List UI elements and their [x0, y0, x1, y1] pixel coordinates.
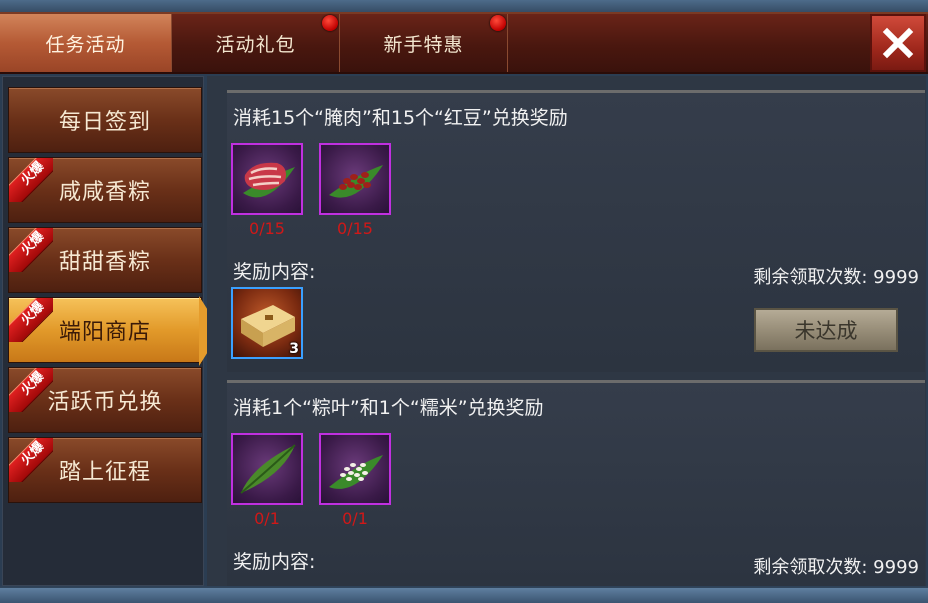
bamboo-leaf-icon[interactable] — [231, 433, 303, 505]
window-bottom-border — [0, 588, 928, 603]
exchange-list[interactable]: 消耗15个“腌肉”和15个“红豆”兑换奖励 0/15 0/15 奖励内容: 剩余… — [207, 76, 926, 586]
sidebar-item-label: 咸咸香粽 — [58, 180, 151, 205]
sidebar-item-embark-journey[interactable]: 踏上征程 火爆 — [8, 437, 202, 503]
gold-chest-icon[interactable]: 3 — [231, 287, 303, 359]
reward-label: 奖励内容: — [233, 261, 316, 283]
exchange-title: 消耗15个“腌肉”和15个“红豆”兑换奖励 — [233, 107, 568, 129]
exchange-title: 消耗1个“粽叶”和1个“糯米”兑换奖励 — [233, 397, 544, 419]
sidebar-item-sweet-zongzi[interactable]: 甜甜香粽 火爆 — [8, 227, 202, 293]
sidebar-item-label: 活跃币兑换 — [47, 390, 163, 415]
exchange-card: 消耗15个“腌肉”和15个“红豆”兑换奖励 0/15 0/15 奖励内容: 剩余… — [227, 90, 925, 372]
close-button[interactable] — [870, 14, 926, 72]
tab-tasks[interactable]: 任务活动 — [0, 14, 172, 72]
sidebar-item-label: 甜甜香粽 — [58, 250, 151, 275]
tab-label: 任务活动 — [45, 33, 126, 56]
material-count: 0/15 — [337, 219, 373, 238]
glutinous-rice-icon[interactable] — [319, 433, 391, 505]
material-count: 0/1 — [342, 509, 368, 528]
cured-meat-icon[interactable] — [231, 143, 303, 215]
sidebar: 每日签到 咸咸香粽 火爆 甜甜香粽 火爆 端阳商店 火爆 活跃币兑换 火爆 踏上… — [2, 76, 204, 586]
hot-badge: 火爆 — [9, 298, 53, 342]
hot-badge: 火爆 — [9, 438, 53, 482]
red-beans-icon[interactable] — [319, 143, 391, 215]
hot-badge: 火爆 — [9, 228, 53, 272]
tab-newbie-deals[interactable]: 新手特惠 — [340, 14, 508, 72]
button-label: 未达成 — [794, 319, 858, 343]
sidebar-item-label: 端阳商店 — [58, 320, 151, 345]
reward-label: 奖励内容: — [233, 551, 316, 573]
sidebar-item-label: 每日签到 — [58, 110, 151, 135]
exchange-card: 消耗1个“粽叶”和1个“糯米”兑换奖励 0/1 0/1 奖励内容: 剩余领取次数… — [227, 380, 925, 586]
sidebar-item-active-coin-exchange[interactable]: 活跃币兑换 火爆 — [8, 367, 202, 433]
tab-bar: 任务活动 活动礼包 新手特惠 — [0, 12, 928, 74]
tab-label: 活动礼包 — [215, 33, 296, 56]
sidebar-item-duanyang-shop[interactable]: 端阳商店 火爆 — [8, 297, 202, 363]
sidebar-item-salty-zongzi[interactable]: 咸咸香粽 火爆 — [8, 157, 202, 223]
close-x-icon — [882, 27, 914, 59]
sidebar-item-daily-signin[interactable]: 每日签到 — [8, 87, 202, 153]
material-count: 0/1 — [254, 509, 280, 528]
tab-gift-packs[interactable]: 活动礼包 — [172, 14, 340, 72]
tab-label: 新手特惠 — [383, 33, 464, 56]
notification-dot — [322, 15, 338, 31]
not-achieved-button[interactable]: 未达成 — [754, 308, 898, 352]
remaining-claims: 剩余领取次数: 9999 — [753, 557, 919, 578]
notification-dot — [490, 15, 506, 31]
sidebar-item-label: 踏上征程 — [58, 460, 151, 485]
hot-badge: 火爆 — [9, 158, 53, 202]
remaining-claims: 剩余领取次数: 9999 — [753, 267, 919, 288]
material-count: 0/15 — [249, 219, 285, 238]
reward-quantity: 3 — [289, 341, 299, 357]
hot-badge: 火爆 — [9, 368, 53, 412]
